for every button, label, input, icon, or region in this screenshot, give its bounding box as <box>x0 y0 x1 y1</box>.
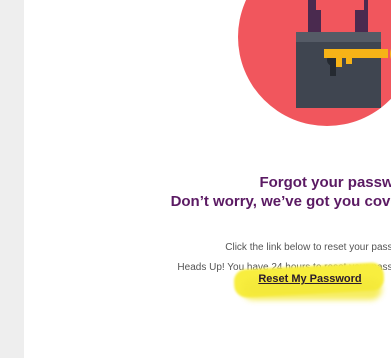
hero-circle <box>238 0 391 126</box>
reset-password-link[interactable]: Reset My Password <box>245 273 375 285</box>
title-line-2: Don’t worry, we’ve got you covered! <box>170 193 391 210</box>
instruction-text: Click the link below to reset your passw… <box>225 242 391 253</box>
left-gutter <box>0 0 24 358</box>
lock-with-key-icon <box>296 0 391 108</box>
email-card: Forgot your password? Don’t worry, we’ve… <box>24 0 391 358</box>
title-line-1: Forgot your password? <box>259 174 391 191</box>
